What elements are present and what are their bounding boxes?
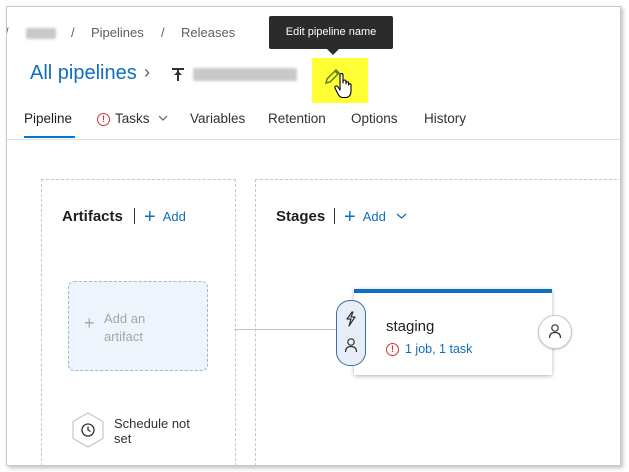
chevron-down-icon	[158, 115, 168, 121]
edit-pipeline-name-tooltip: Edit pipeline name	[269, 16, 393, 49]
warning-icon: !	[386, 343, 399, 356]
title-divider	[334, 208, 335, 224]
pipeline-name	[193, 68, 297, 81]
breadcrumb-separator: /	[71, 25, 75, 40]
add-artifact-tile[interactable]: + Add an artifact	[68, 281, 208, 371]
tab-history[interactable]: History	[424, 111, 466, 126]
pre-deployment-conditions-button[interactable]	[336, 300, 366, 366]
post-deployment-conditions-button[interactable]	[538, 315, 572, 349]
lightning-icon	[346, 311, 356, 327]
plus-icon: +	[144, 206, 156, 228]
tab-tasks[interactable]: ! Tasks	[97, 111, 168, 126]
breadcrumb-separator: /	[161, 25, 165, 40]
active-tab-indicator	[24, 136, 75, 138]
add-stage-button[interactable]: + Add	[344, 206, 407, 229]
tab-options[interactable]: Options	[351, 111, 398, 126]
breadcrumb-releases[interactable]: Releases	[181, 25, 235, 40]
tooltip-arrow	[327, 49, 339, 55]
breadcrumb-separator: /	[7, 25, 9, 40]
edit-pipeline-name-button[interactable]	[312, 58, 368, 103]
stages-title: Stages	[276, 208, 326, 225]
tab-tasks-label: Tasks	[115, 111, 150, 126]
plus-icon: +	[84, 313, 95, 333]
stage-job-summary[interactable]: ! 1 job, 1 task	[386, 342, 472, 356]
tab-retention[interactable]: Retention	[268, 111, 326, 126]
chevron-down-icon	[397, 213, 407, 219]
person-icon	[548, 324, 562, 339]
schedule-trigger-button[interactable]	[71, 412, 105, 448]
all-pipelines-link[interactable]: All pipelines	[30, 62, 137, 85]
release-pipeline-editor: / / Pipelines / Releases Edit pipeline n…	[6, 6, 621, 466]
artifact-stage-connector	[234, 329, 337, 330]
pipeline-icon	[172, 68, 184, 81]
add-stage-label: Add	[362, 209, 386, 224]
stage-card-staging[interactable]: staging ! 1 job, 1 task	[354, 289, 552, 375]
tab-variables[interactable]: Variables	[190, 111, 245, 126]
add-artifact-tile-label: Add an artifact	[104, 311, 146, 344]
schedule-status: Schedule not set	[114, 416, 190, 446]
tab-bar: Pipeline ! Tasks Variables Retention Opti…	[7, 107, 620, 140]
person-icon	[344, 338, 358, 353]
hand-cursor-icon	[334, 73, 352, 99]
artifacts-title: Artifacts	[62, 208, 123, 225]
add-artifact-button[interactable]: + Add	[144, 206, 186, 229]
tab-pipeline[interactable]: Pipeline	[24, 111, 72, 126]
breadcrumb-pipelines[interactable]: Pipelines	[91, 25, 144, 40]
add-artifact-label: Add	[162, 209, 186, 224]
chevron-right-icon: ›	[144, 62, 150, 82]
stage-summary-label: 1 job, 1 task	[405, 342, 473, 356]
title-divider	[134, 208, 135, 224]
plus-icon: +	[344, 206, 356, 228]
stage-name: staging	[386, 318, 435, 335]
warning-icon: !	[97, 113, 110, 126]
